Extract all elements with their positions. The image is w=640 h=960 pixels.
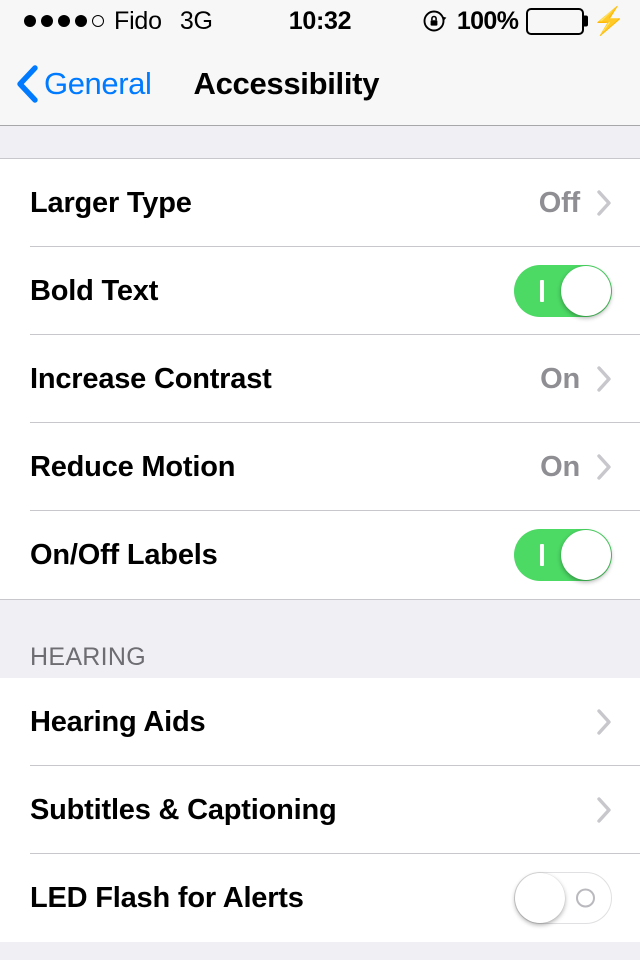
row-label: On/Off Labels [30, 538, 218, 571]
row-accessory: On [540, 363, 612, 396]
row-label: Increase Contrast [30, 362, 272, 395]
chevron-left-icon [17, 64, 38, 103]
list-top-spacer [0, 126, 640, 159]
row-label: Subtitles & Captioning [30, 793, 337, 826]
switch-knob [515, 873, 565, 923]
switch-knob [561, 530, 611, 580]
row-reduce-motion[interactable]: Reduce Motion On [0, 423, 640, 511]
row-bold-text[interactable]: Bold Text [0, 247, 640, 335]
lightning-bolt-icon: ⚡ [592, 5, 626, 36]
row-accessory: Off [539, 187, 612, 220]
rotation-lock-icon [423, 10, 447, 32]
vision-settings-section: Larger Type Off Bold Text Increase Contr… [0, 159, 640, 600]
switch-on-label-icon [540, 544, 544, 566]
battery-percentage: 100% [456, 6, 519, 35]
battery-nub [584, 15, 589, 27]
row-accessory: On [540, 451, 612, 484]
row-value: On [540, 362, 580, 395]
row-label: Reduce Motion [30, 450, 236, 483]
status-bar: Fido 3G 10:32 100% ⚡ [0, 0, 640, 42]
accessibility-settings-screen: Fido 3G 10:32 100% ⚡ General Accessibili… [0, 0, 640, 960]
navigation-bar: General Accessibility [0, 42, 640, 126]
row-accessory [596, 796, 612, 824]
row-value: Off [538, 186, 580, 219]
row-accessory [596, 708, 612, 736]
row-label: Hearing Aids [30, 705, 206, 738]
switch-on-label-icon [540, 280, 544, 302]
section-header-hearing: HEARING [30, 643, 147, 671]
row-label: Bold Text [30, 274, 159, 307]
hearing-section-gap: HEARING [0, 600, 640, 678]
page-title: Accessibility [193, 65, 380, 101]
chevron-right-icon [597, 190, 611, 216]
row-increase-contrast[interactable]: Increase Contrast On [0, 335, 640, 423]
row-label: Larger Type [30, 186, 192, 219]
row-on-off-labels[interactable]: On/Off Labels [0, 511, 640, 599]
back-button-label: General [44, 65, 152, 101]
row-larger-type[interactable]: Larger Type Off [0, 159, 640, 247]
row-hearing-aids[interactable]: Hearing Aids [0, 678, 640, 766]
chevron-right-icon [597, 797, 611, 823]
back-button[interactable]: General [14, 64, 152, 104]
led-flash-switch[interactable] [514, 872, 612, 924]
switch-off-label-icon [576, 888, 595, 908]
row-label: LED Flash for Alerts [30, 881, 304, 914]
switch-knob [561, 266, 611, 316]
chevron-right-icon [597, 709, 611, 735]
on-off-labels-switch[interactable] [514, 529, 612, 581]
row-value: On [540, 450, 580, 483]
row-led-flash-for-alerts[interactable]: LED Flash for Alerts [0, 854, 640, 942]
chevron-right-icon [597, 454, 611, 480]
row-subtitles-captioning[interactable]: Subtitles & Captioning [0, 766, 640, 854]
chevron-right-icon [597, 366, 611, 392]
bold-text-switch[interactable] [514, 265, 612, 317]
battery-icon [526, 7, 589, 35]
status-bar-right: 100% ⚡ [422, 0, 626, 42]
hearing-settings-section: Hearing Aids Subtitles & Captioning LED … [0, 678, 640, 942]
